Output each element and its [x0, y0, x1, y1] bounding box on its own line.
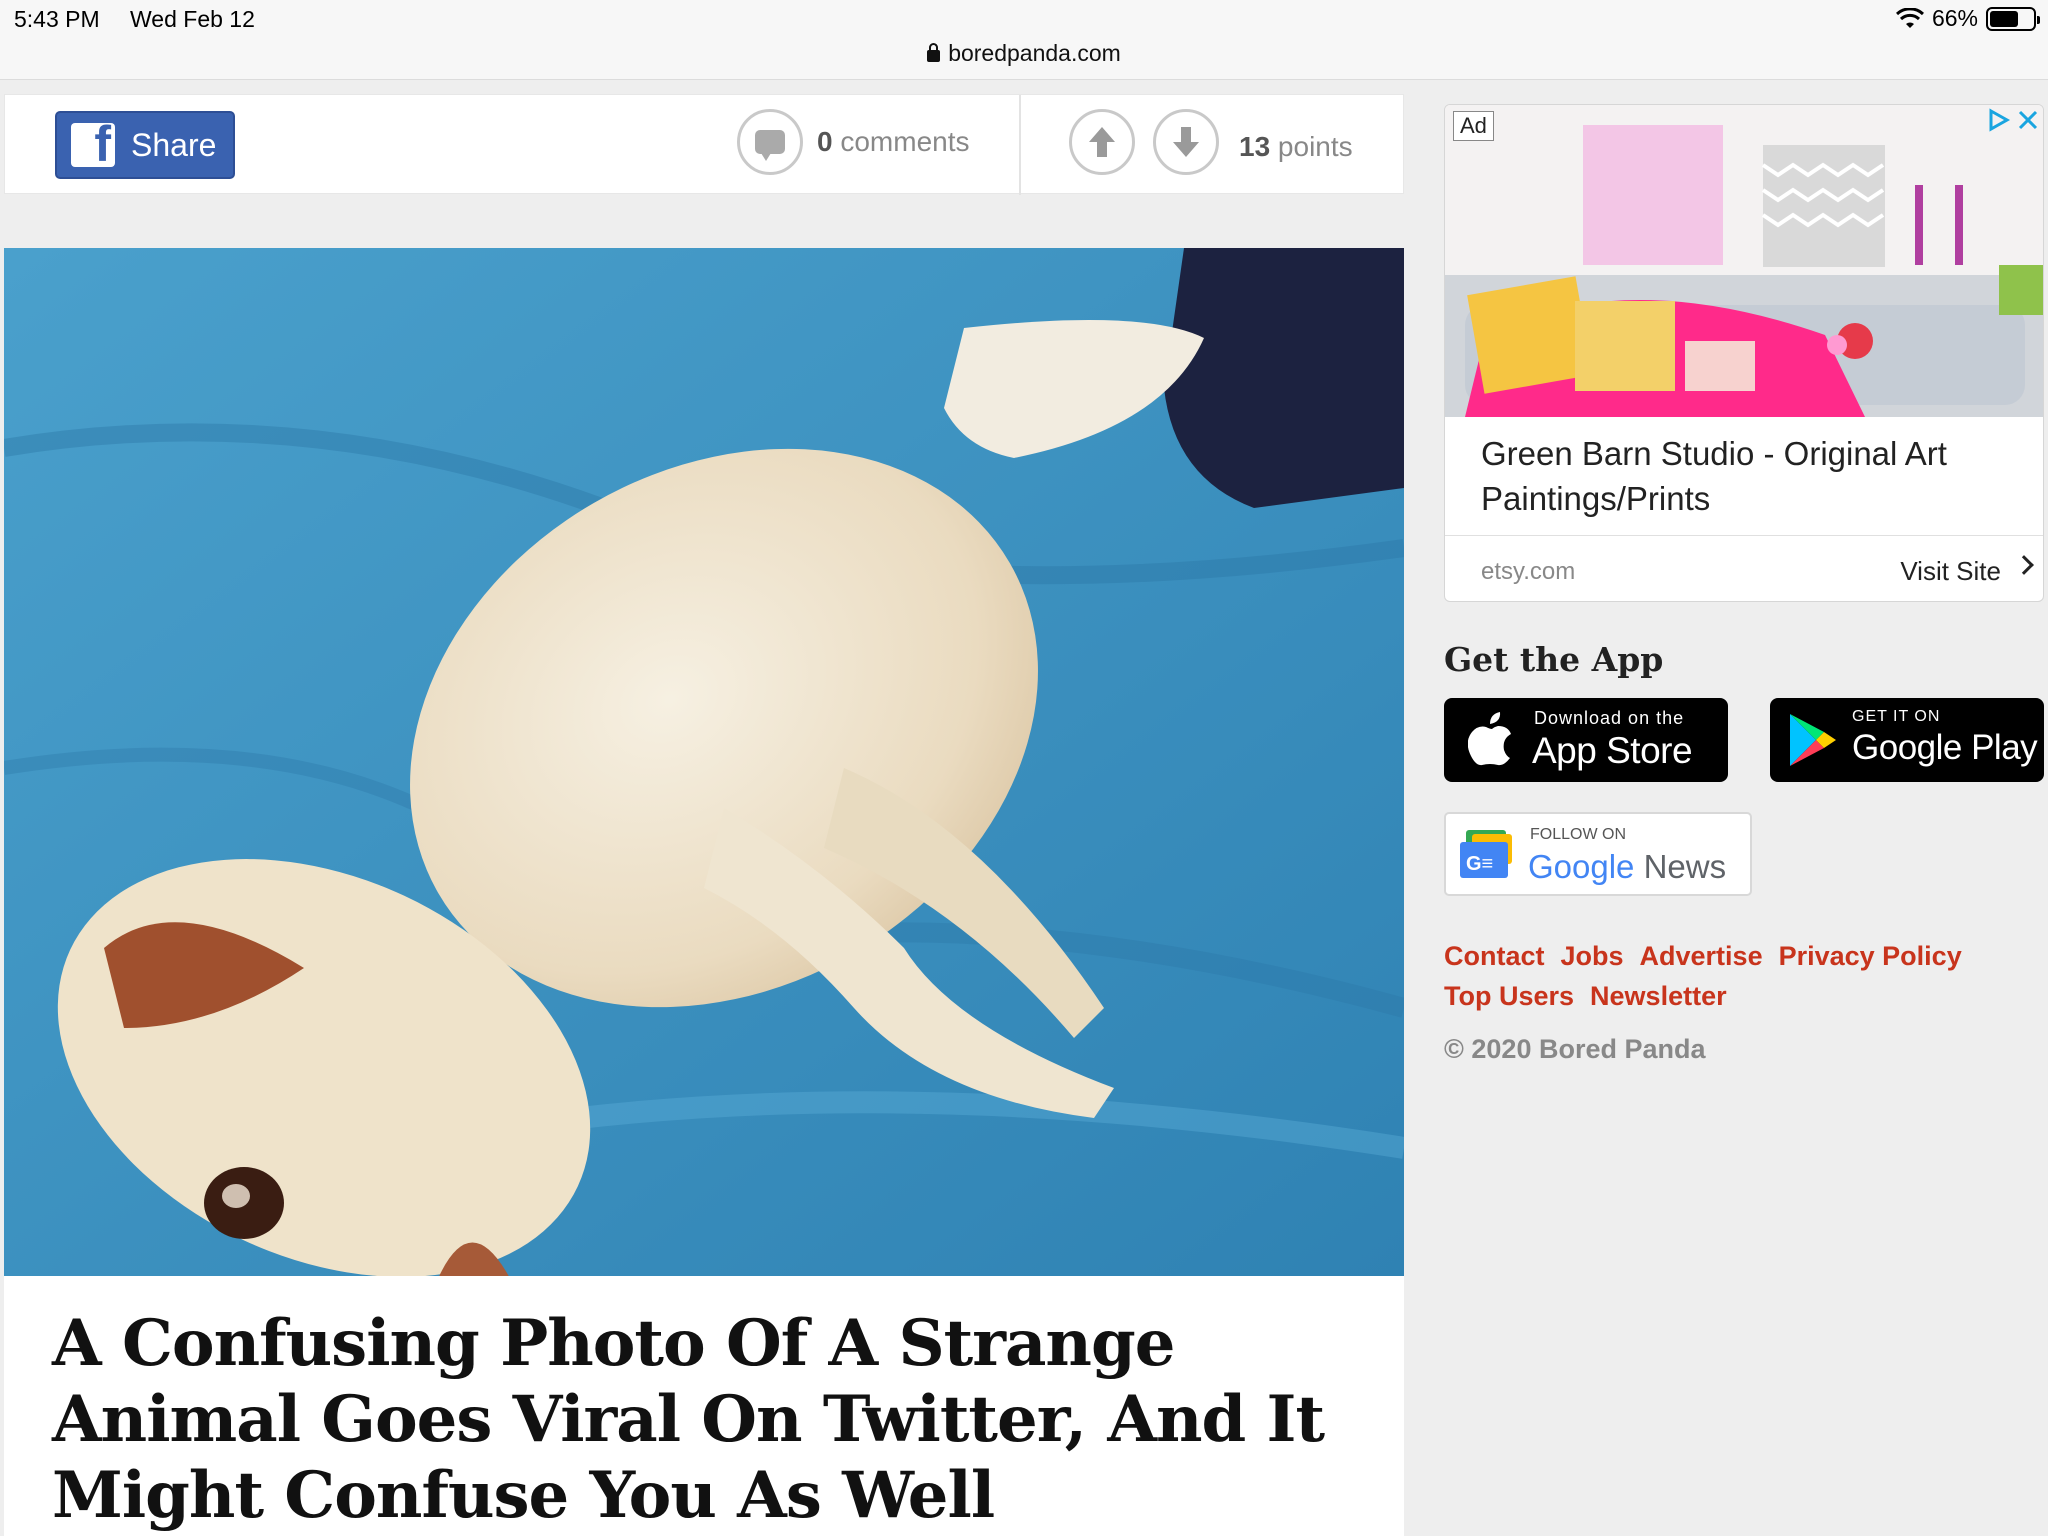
- lock-icon: [927, 43, 941, 62]
- facebook-icon: f: [71, 123, 115, 167]
- google-news-icon: G≡: [1460, 830, 1512, 878]
- apple-icon: [1468, 712, 1511, 766]
- gnews-google: Google: [1528, 848, 1635, 885]
- play-small-label: GET IT ON: [1852, 708, 1941, 725]
- status-time: 5:43 PM: [14, 6, 100, 32]
- downvote-button[interactable]: [1153, 109, 1219, 175]
- footer-link-newsletter[interactable]: Newsletter: [1590, 976, 1727, 1016]
- ad-image[interactable]: Ad: [1445, 105, 2043, 417]
- comments-label: comments: [832, 126, 970, 157]
- play-big-label: Google Play: [1852, 728, 2038, 767]
- gnews-news: News: [1634, 848, 1727, 885]
- appstore-small-label: Download on the: [1534, 708, 1685, 728]
- dog-photo: [4, 248, 1404, 1276]
- arrow-down-icon: [1153, 109, 1219, 175]
- wifi-icon: [1895, 7, 1924, 28]
- app-store-badge[interactable]: Download on the App Store: [1444, 698, 1728, 782]
- footer-link-contact[interactable]: Contact: [1444, 936, 1545, 976]
- ad-badge: Ad: [1453, 111, 1494, 141]
- visit-site-button[interactable]: Visit Site: [1900, 556, 2001, 587]
- arrow-up-icon: [1069, 109, 1135, 175]
- article-hero-image[interactable]: [4, 248, 1404, 1276]
- adchoices-icon[interactable]: [1985, 107, 2011, 133]
- share-bar: f Share 0 comments 13 points: [4, 94, 1404, 195]
- url-text: boredpanda.com: [948, 40, 1121, 66]
- status-indicators: 66%: [1895, 5, 2040, 32]
- main-column: f Share 0 comments 13 points A Confusing…: [4, 80, 1404, 1536]
- points-count: 13: [1239, 131, 1271, 162]
- google-news-badge[interactable]: G≡ FOLLOW ON Google News: [1444, 812, 1752, 896]
- copyright: © 2020 Bored Panda: [1444, 1034, 1706, 1064]
- chevron-right-icon: [2014, 555, 2034, 575]
- ad-footer: etsy.com Visit Site: [1445, 535, 2043, 601]
- google-play-badge[interactable]: GET IT ON Google Play: [1770, 698, 2044, 782]
- facebook-share-button[interactable]: f Share: [55, 111, 235, 179]
- address-bar[interactable]: boredpanda.com: [0, 40, 2048, 67]
- battery-percent: 66%: [1931, 5, 1978, 31]
- ad-choices[interactable]: [1985, 107, 2041, 133]
- article-header: A Confusing Photo Of A Strange Animal Go…: [4, 1276, 1404, 1536]
- svg-text:G≡: G≡: [1466, 853, 1493, 875]
- ad-title[interactable]: Green Barn Studio - Original Art Paintin…: [1481, 431, 2021, 521]
- gnews-follow-label: FOLLOW ON: [1530, 826, 1627, 843]
- status-bar: 5:43 PM Wed Feb 12 66% boredpanda.com: [0, 0, 2048, 80]
- ad-card[interactable]: Ad Green Barn Studio - Original Art Pain…: [1444, 104, 2044, 602]
- ad-domain: etsy.com: [1481, 558, 1576, 585]
- footer-link-jobs[interactable]: Jobs: [1561, 936, 1624, 976]
- close-icon[interactable]: [2015, 107, 2041, 133]
- comment-icon: [737, 109, 803, 175]
- get-app-heading: Get the App: [1444, 640, 1664, 679]
- comments-count: 0: [817, 126, 833, 157]
- appstore-big-label: App Store: [1532, 730, 1693, 771]
- status-date: Wed Feb 12: [130, 6, 255, 32]
- divider: [1019, 95, 1021, 195]
- upvote-button[interactable]: [1069, 109, 1135, 175]
- gnews-brand: Google News: [1528, 848, 1726, 886]
- footer-link-privacy[interactable]: Privacy Policy: [1779, 936, 1962, 976]
- google-play-icon: [1790, 714, 1836, 766]
- footer-links: Contact Jobs Advertise Privacy Policy Top U…: [1444, 936, 2044, 1016]
- footer-link-top-users[interactable]: Top Users: [1444, 976, 1574, 1016]
- points-counter: 13 points: [1239, 131, 1353, 163]
- battery-icon: [1986, 6, 2040, 31]
- footer-link-advertise[interactable]: Advertise: [1640, 936, 1763, 976]
- comments-button[interactable]: 0 comments: [737, 109, 970, 175]
- article-title: A Confusing Photo Of A Strange Animal Go…: [52, 1306, 1325, 1533]
- points-label: points: [1270, 131, 1353, 162]
- share-label: Share: [131, 126, 217, 163]
